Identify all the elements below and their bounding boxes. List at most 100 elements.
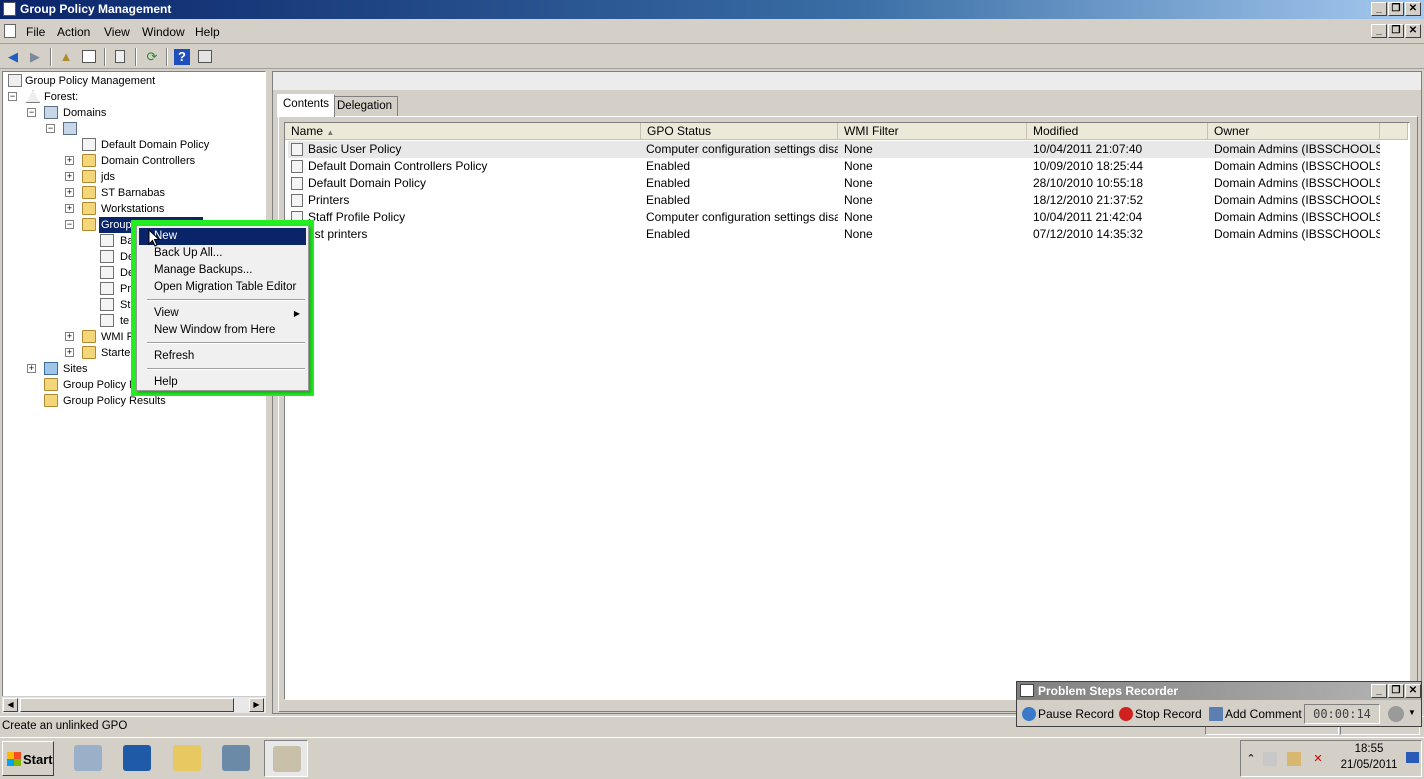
- expand-icon[interactable]: +: [65, 204, 74, 213]
- menu-view[interactable]: View: [104, 25, 130, 39]
- collapse-icon[interactable]: −: [27, 108, 36, 117]
- properties-icon[interactable]: [196, 48, 214, 66]
- collapse-icon[interactable]: −: [65, 220, 74, 229]
- tab-delegation[interactable]: Delegation: [331, 96, 398, 116]
- forward-arrow-icon[interactable]: ▶: [26, 48, 44, 66]
- up-folder-icon[interactable]: ▲: [57, 48, 75, 66]
- menu-item-new[interactable]: New: [139, 228, 306, 245]
- menu-action[interactable]: Action: [57, 25, 90, 39]
- table-row[interactable]: Printers Enabled None 18/12/2010 21:37:5…: [288, 192, 1380, 209]
- show-desktop-button[interactable]: [1404, 740, 1422, 777]
- minimize-button[interactable]: _: [1371, 2, 1387, 16]
- menu-separator: [147, 368, 305, 370]
- show-hide-tree-icon[interactable]: [80, 48, 98, 66]
- column-header-owner[interactable]: Owner: [1208, 123, 1380, 140]
- expand-icon[interactable]: +: [65, 156, 74, 165]
- scroll-left-icon[interactable]: ◀: [3, 698, 18, 712]
- collapse-icon[interactable]: −: [8, 92, 17, 101]
- taskbar-mmc[interactable]: [214, 740, 258, 777]
- tree-label: ST Barnabas: [101, 187, 166, 199]
- column-header-gpo-status[interactable]: GPO Status: [641, 123, 838, 140]
- child-minimize-button[interactable]: _: [1371, 24, 1387, 38]
- tree-label: WMI F: [101, 331, 134, 343]
- help-icon[interactable]: ?: [173, 48, 191, 66]
- show-hidden-icons-icon[interactable]: ⌃: [1244, 752, 1258, 766]
- expand-icon[interactable]: +: [65, 172, 74, 181]
- tree-root-label: Group Policy Management: [25, 75, 156, 87]
- tree-horizontal-scrollbar[interactable]: ◀ ▶: [2, 696, 266, 713]
- clipboard-icon[interactable]: [111, 48, 129, 66]
- scroll-thumb[interactable]: [20, 698, 234, 712]
- table-row[interactable]: Staff Profile Policy Computer configurat…: [288, 209, 1380, 226]
- restore-button[interactable]: ❐: [1388, 2, 1404, 16]
- menu-file[interactable]: File: [26, 25, 45, 39]
- gpo-icon: [291, 160, 303, 173]
- menu-window[interactable]: Window: [142, 25, 185, 39]
- expand-icon[interactable]: +: [27, 364, 36, 373]
- volume-muted-icon[interactable]: ✕: [1311, 752, 1325, 766]
- start-button[interactable]: Start: [2, 741, 54, 776]
- windows-flag-icon: [7, 752, 21, 766]
- help-shield-icon[interactable]: [1388, 706, 1404, 722]
- clock-date[interactable]: 21/05/2011: [1336, 759, 1402, 771]
- close-button[interactable]: ✕: [1405, 2, 1421, 16]
- taskbar-gpm-active[interactable]: [264, 740, 308, 777]
- toolbar: ◀ ▶ ▲ ⟳ ?: [0, 45, 1424, 69]
- network-icon[interactable]: [1287, 752, 1301, 766]
- table-row[interactable]: Basic User Policy Computer configuration…: [288, 141, 1380, 158]
- menu-item-back-up-all[interactable]: Back Up All...: [139, 245, 306, 262]
- table-row[interactable]: Default Domain Policy Enabled None 28/10…: [288, 175, 1380, 192]
- psr-maximize-button[interactable]: ❐: [1388, 684, 1404, 698]
- taskbar-server-manager[interactable]: [66, 740, 110, 777]
- action-center-icon[interactable]: [1263, 752, 1277, 766]
- powershell-icon: [123, 745, 151, 771]
- cell-name: Default Domain Policy: [308, 176, 427, 190]
- table-row[interactable]: est printers Enabled None 07/12/2010 14:…: [288, 226, 1380, 243]
- menu-item-refresh[interactable]: Refresh: [139, 348, 306, 365]
- scroll-right-icon[interactable]: ▶: [249, 698, 264, 712]
- child-close-button[interactable]: ✕: [1405, 24, 1421, 38]
- clock-time[interactable]: 18:55: [1340, 743, 1398, 755]
- taskbar-powershell[interactable]: [115, 740, 159, 777]
- column-header-modified[interactable]: Modified: [1027, 123, 1208, 140]
- psr-close-button[interactable]: ✕: [1405, 684, 1421, 698]
- menu-item-new-window-from-here[interactable]: New Window from Here: [139, 322, 306, 339]
- expand-icon[interactable]: +: [65, 348, 74, 357]
- refresh-icon[interactable]: ⟳: [143, 48, 161, 66]
- psr-minimize-button[interactable]: _: [1371, 684, 1387, 698]
- tree-label: jds: [101, 171, 116, 183]
- column-header-wmi-filter[interactable]: WMI Filter: [838, 123, 1027, 140]
- stop-record-button[interactable]: Stop Record: [1117, 704, 1202, 724]
- menu-item-view[interactable]: View ▶: [139, 305, 306, 322]
- expand-icon[interactable]: +: [65, 332, 74, 341]
- details-header: [273, 72, 1421, 90]
- chevron-down-icon[interactable]: ▼: [1408, 708, 1416, 717]
- tree-label: Starte: [101, 347, 131, 359]
- menu-item-manage-backups[interactable]: Manage Backups...: [139, 262, 306, 279]
- tree-domains-label: Domains: [63, 107, 107, 119]
- column-label: Name: [291, 124, 324, 138]
- menu-help[interactable]: Help: [195, 25, 220, 39]
- back-arrow-icon[interactable]: ◀: [4, 48, 22, 66]
- column-header-name[interactable]: Name ▲: [285, 123, 641, 140]
- menu-item-help[interactable]: Help: [139, 374, 306, 391]
- cell-name: Printers: [308, 193, 350, 207]
- menu-separator: [147, 299, 305, 301]
- child-restore-button[interactable]: ❐: [1388, 24, 1404, 38]
- menu-item-open-migration-table-editor[interactable]: Open Migration Table Editor: [139, 279, 306, 296]
- collapse-icon[interactable]: −: [46, 124, 55, 133]
- pause-record-button[interactable]: Pause Record: [1020, 704, 1114, 724]
- cell-owner: Domain Admins (IBSSCHOOLS...: [1214, 159, 1380, 173]
- add-comment-button[interactable]: Add Comment: [1207, 704, 1302, 724]
- document-icon[interactable]: [4, 24, 16, 38]
- menu-bar: File Action View Window Help _ ❐ ✕: [0, 20, 1424, 44]
- mouse-cursor-icon: [148, 229, 160, 247]
- starter-folder-icon: [82, 346, 96, 359]
- cell-owner: Domain Admins (IBSSCHOOLS...: [1214, 210, 1380, 224]
- expand-icon[interactable]: +: [65, 188, 74, 197]
- taskbar-explorer[interactable]: [165, 740, 209, 777]
- cell-name: Default Domain Controllers Policy: [308, 159, 488, 173]
- table-row[interactable]: Default Domain Controllers Policy Enable…: [288, 158, 1380, 175]
- cell-modified: 18/12/2010 21:37:52: [1033, 193, 1144, 207]
- tab-contents[interactable]: Contents: [277, 94, 336, 117]
